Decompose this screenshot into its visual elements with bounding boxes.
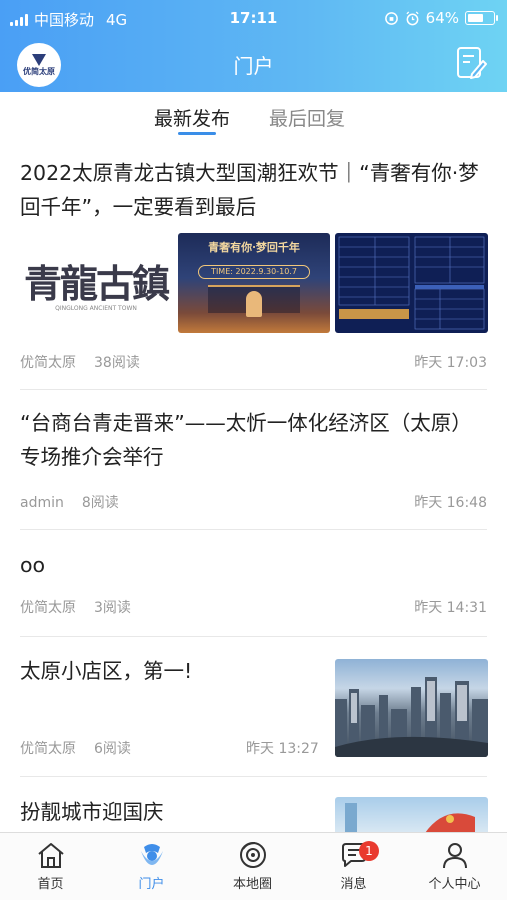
- tabbar-item-profile[interactable]: 个人中心: [404, 839, 505, 892]
- post-item[interactable]: oo: [20, 548, 488, 582]
- post-title[interactable]: “台商台青走晋来”——太忻一体化经济区（太原）专场推介会举行: [20, 406, 488, 474]
- tabbar-item-portal[interactable]: 门户: [101, 839, 202, 892]
- post-title[interactable]: 2022太原青龙古镇大型国潮狂欢节｜“青奢有你·梦回千年”，一定要看到最后: [20, 156, 488, 224]
- post-meta-author: 优简太原 3阅读: [20, 597, 131, 617]
- poster-title-text: 青奢有你·梦回千年: [208, 241, 300, 254]
- city-decoration-graphic: [345, 803, 475, 833]
- rotation-lock-icon: [384, 11, 398, 25]
- post-time: 昨天 16:48: [414, 495, 487, 511]
- local-circle-icon: [239, 842, 266, 868]
- post-image-schedule[interactable]: [335, 233, 488, 333]
- active-tab-indicator: [178, 132, 216, 135]
- post-reads: 8阅读: [81, 495, 119, 511]
- tabbar-label-portal: 门户: [138, 877, 165, 892]
- post-divider: [20, 636, 487, 637]
- poster-date-text: TIME: 2022.9.30-10.7: [198, 265, 310, 279]
- tabbar-item-messages[interactable]: 消息 1: [303, 839, 404, 892]
- schedule-table-graphic: [338, 236, 485, 330]
- post-author: admin: [20, 495, 64, 511]
- tab-last-reply[interactable]: 最后回复: [269, 104, 345, 131]
- tabbar-label-messages: 消息: [340, 877, 367, 892]
- post-meta-author: 优简太原 6阅读: [20, 738, 131, 758]
- page-title: 门户: [233, 54, 274, 78]
- alarm-icon: [406, 10, 419, 25]
- post-item[interactable]: 扮靓城市迎国庆: [20, 795, 320, 829]
- post-author: 优简太原: [20, 741, 76, 757]
- post-item[interactable]: 太原小店区，第一!: [20, 654, 320, 688]
- tab-latest[interactable]: 最新发布: [154, 104, 230, 131]
- post-title[interactable]: 扮靓城市迎国庆: [20, 795, 320, 829]
- home-icon: [37, 843, 64, 868]
- city-skyline-graphic: [335, 677, 488, 757]
- unread-badge: 1: [359, 841, 379, 861]
- post-meta-author: 优简太原 38阅读: [20, 352, 140, 372]
- nav-bar: 优简太原 门户: [0, 36, 507, 92]
- post-thumbnail-city[interactable]: [335, 659, 488, 757]
- post-divider: [20, 776, 487, 777]
- post-divider: [20, 529, 487, 530]
- post-thumbnail-partial[interactable]: [335, 797, 488, 833]
- profile-icon: [442, 843, 467, 869]
- post-author: 优简太原: [20, 600, 76, 616]
- post-time: 昨天 13:27: [246, 741, 319, 757]
- post-image-logo[interactable]: 青龍古鎮 QINGLONG ANCIENT TOWN: [18, 233, 174, 333]
- bottom-tab-bar: 首页 门户 本地圈 消息 1 个人中心: [0, 832, 507, 900]
- post-author: 优简太原: [20, 355, 76, 371]
- post-reads: 38阅读: [94, 355, 140, 371]
- battery-percent: 64%: [425, 9, 459, 27]
- image-caption-text: QINGLONG ANCIENT TOWN: [55, 305, 137, 312]
- app-header: 中国移动 4G 17:11 64% 优简太原 门户: [0, 0, 507, 92]
- status-right: 64%: [384, 9, 498, 27]
- post-item[interactable]: “台商台青走晋来”——太忻一体化经济区（太原）专场推介会举行: [20, 406, 488, 474]
- post-title[interactable]: oo: [20, 548, 488, 582]
- compose-icon[interactable]: [455, 46, 487, 80]
- post-time: 昨天 14:31: [414, 600, 487, 616]
- tabbar-label-profile: 个人中心: [428, 877, 481, 892]
- post-image-poster[interactable]: 青奢有你·梦回千年 TIME: 2022.9.30-10.7: [178, 233, 330, 333]
- post-reads: 3阅读: [94, 600, 131, 616]
- post-reads: 6阅读: [94, 741, 131, 757]
- poster-figure-graphic: [246, 291, 262, 317]
- tabbar-label-local-circle: 本地圈: [232, 877, 272, 892]
- post-time: 昨天 17:03: [414, 355, 487, 371]
- image-calligraphy-text: 青龍古鎮: [23, 261, 170, 306]
- post-title[interactable]: 太原小店区，第一!: [20, 654, 320, 688]
- post-meta-author: admin 8阅读: [20, 492, 119, 512]
- tabbar-label-home: 首页: [37, 877, 64, 892]
- status-bar: 中国移动 4G 17:11 64%: [0, 0, 507, 36]
- feed-tabs: 最新发布 最后回复: [0, 92, 507, 140]
- tabbar-item-home[interactable]: 首页: [0, 839, 101, 892]
- post-divider: [20, 389, 487, 390]
- portal-icon: [140, 844, 163, 865]
- tabbar-item-local-circle[interactable]: 本地圈: [202, 839, 303, 892]
- post-item[interactable]: 2022太原青龙古镇大型国潮狂欢节｜“青奢有你·梦回千年”，一定要看到最后: [20, 156, 488, 224]
- battery-icon: [465, 11, 498, 25]
